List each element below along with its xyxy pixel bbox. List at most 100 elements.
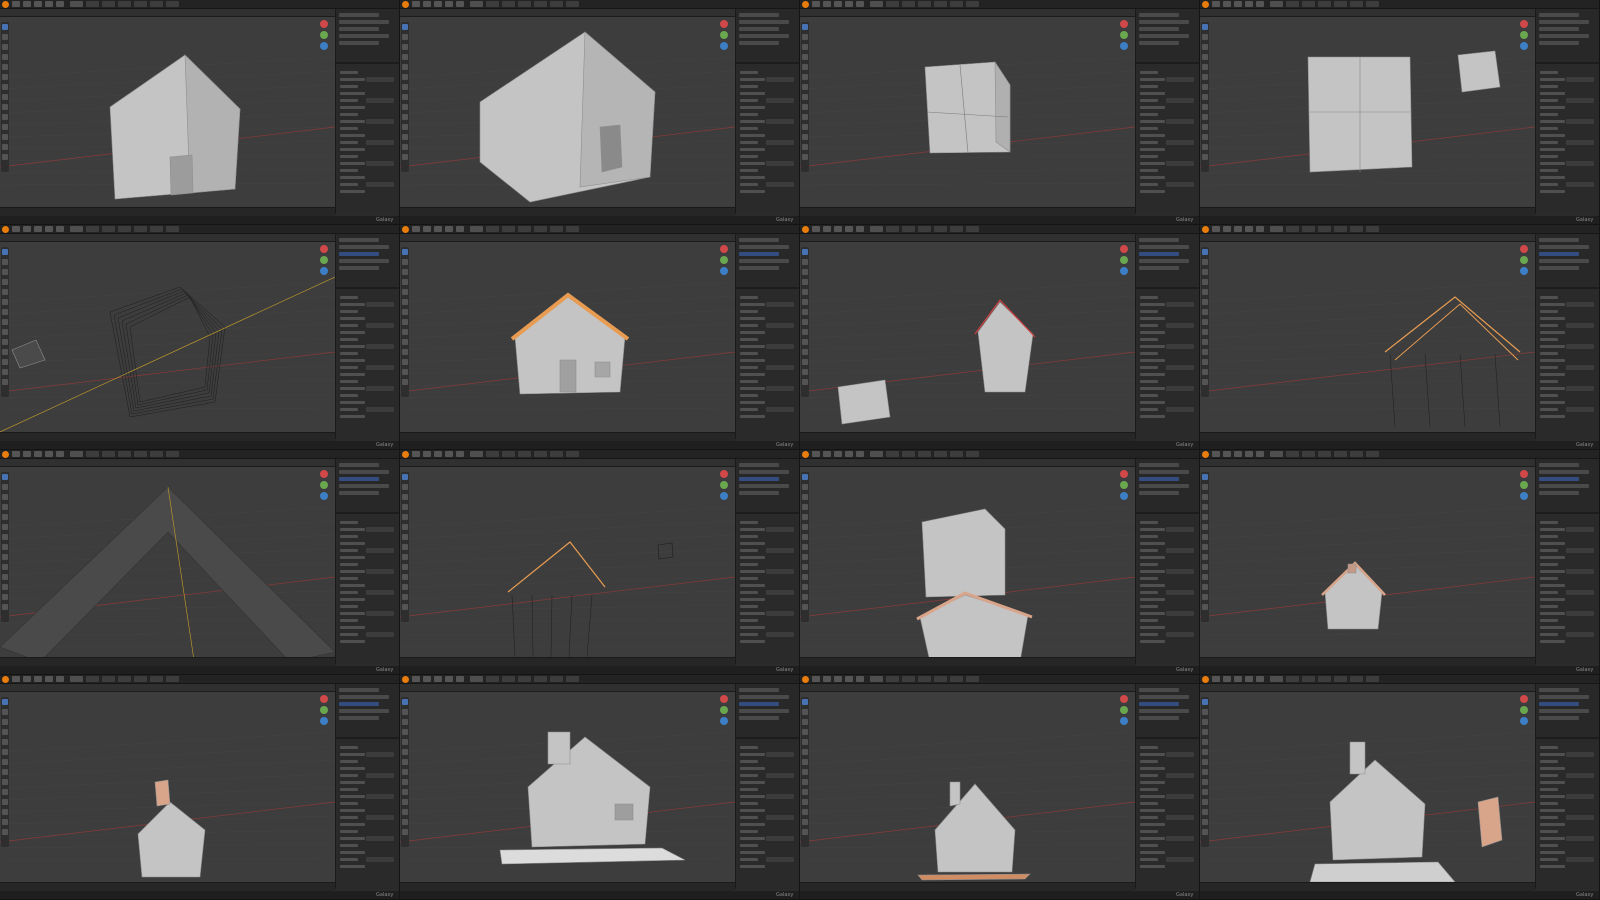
tool-button[interactable]	[802, 739, 808, 745]
tool-button[interactable]	[2, 514, 8, 520]
tool-button[interactable]	[2, 829, 8, 835]
tool-button[interactable]	[802, 299, 808, 305]
axis-gizmo-icon[interactable]	[320, 42, 328, 50]
axis-gizmo-icon[interactable]	[720, 245, 728, 253]
tool-button[interactable]	[402, 494, 408, 500]
tool-button[interactable]	[402, 789, 408, 795]
workspace-tab-shading[interactable]	[1350, 676, 1363, 682]
navigation-gizmo[interactable]	[318, 20, 330, 60]
axis-gizmo-icon[interactable]	[1520, 20, 1528, 28]
tool-button[interactable]	[402, 779, 408, 785]
outliner-item[interactable]	[339, 463, 379, 467]
tool-button[interactable]	[802, 54, 808, 60]
tool-button[interactable]	[402, 584, 408, 590]
workspace-tab-modeling[interactable]	[86, 676, 99, 682]
tool-button[interactable]	[1202, 279, 1208, 285]
tool-button[interactable]	[402, 54, 408, 60]
tool-button[interactable]	[802, 789, 808, 795]
property-field[interactable]	[1166, 77, 1194, 82]
tool-button[interactable]	[402, 809, 408, 815]
axis-gizmo-icon[interactable]	[1120, 256, 1128, 264]
property-field[interactable]	[366, 98, 394, 103]
workspace-tab-uv-editing[interactable]	[518, 226, 531, 232]
chimney-mesh[interactable]	[1347, 563, 1357, 574]
tool-button[interactable]	[802, 259, 808, 265]
menu-file[interactable]	[412, 676, 420, 682]
property-field[interactable]	[766, 386, 794, 391]
tool-button[interactable]	[802, 144, 808, 150]
workspace-tab-uv-editing[interactable]	[518, 1, 531, 7]
menu-file[interactable]	[812, 451, 820, 457]
tool-button[interactable]	[402, 739, 408, 745]
timeline-bar[interactable]	[400, 432, 735, 441]
menu-file[interactable]	[12, 676, 20, 682]
workspace-tab-layout[interactable]	[1270, 676, 1283, 682]
tool-button[interactable]	[802, 74, 808, 80]
workspace-tab-sculpting[interactable]	[1302, 1, 1315, 7]
cube-mesh[interactable]	[921, 508, 1006, 598]
tool-button[interactable]	[402, 104, 408, 110]
menu-window[interactable]	[845, 451, 853, 457]
axis-gizmo-icon[interactable]	[320, 31, 328, 39]
property-field[interactable]	[1566, 815, 1594, 820]
workspace-tab-layout[interactable]	[1270, 226, 1283, 232]
outliner-item[interactable]	[339, 491, 379, 495]
workspace-tab-shading[interactable]	[950, 451, 963, 457]
property-field[interactable]	[766, 140, 794, 145]
tool-button[interactable]	[2, 474, 8, 480]
menu-render[interactable]	[834, 226, 842, 232]
outliner-item[interactable]	[1139, 252, 1179, 256]
tool-button[interactable]	[802, 699, 808, 705]
navigation-gizmo[interactable]	[718, 20, 730, 60]
viewport-canvas[interactable]	[1200, 242, 1535, 432]
workspace-tab-sculpting[interactable]	[502, 1, 515, 7]
window-opening[interactable]	[594, 361, 611, 378]
menu-render[interactable]	[434, 1, 442, 7]
property-field[interactable]	[766, 407, 794, 412]
property-field[interactable]	[366, 77, 394, 82]
tool-button[interactable]	[802, 484, 808, 490]
menu-edit[interactable]	[423, 451, 431, 457]
outliner-item[interactable]	[1539, 252, 1579, 256]
workspace-tab-uv-editing[interactable]	[1318, 226, 1331, 232]
viewport-canvas[interactable]	[1200, 692, 1535, 882]
viewport-canvas[interactable]	[0, 17, 335, 207]
axis-gizmo-icon[interactable]	[1120, 267, 1128, 275]
workspace-tab-animation[interactable]	[966, 226, 979, 232]
tool-button[interactable]	[1202, 709, 1208, 715]
outliner-item[interactable]	[339, 41, 379, 45]
viewport-3d[interactable]	[0, 17, 335, 207]
property-field[interactable]	[766, 77, 794, 82]
tool-button[interactable]	[402, 769, 408, 775]
tool-button[interactable]	[2, 819, 8, 825]
outliner-item[interactable]	[739, 688, 779, 692]
timeline-bar[interactable]	[1200, 207, 1535, 216]
blender-logo-icon[interactable]	[1202, 1, 1209, 8]
timeline-bar[interactable]	[800, 207, 1135, 216]
tool-button[interactable]	[402, 144, 408, 150]
tool-button[interactable]	[1202, 494, 1208, 500]
property-field[interactable]	[366, 140, 394, 145]
property-field[interactable]	[1166, 302, 1194, 307]
property-field[interactable]	[1166, 794, 1194, 799]
tool-button[interactable]	[2, 269, 8, 275]
viewport-3d[interactable]	[1200, 692, 1535, 882]
menu-file[interactable]	[12, 226, 20, 232]
tool-button[interactable]	[1202, 259, 1208, 265]
outliner-item[interactable]	[339, 484, 389, 488]
property-field[interactable]	[766, 815, 794, 820]
property-field[interactable]	[366, 611, 394, 616]
tool-button[interactable]	[2, 574, 8, 580]
timeline-bar[interactable]	[400, 657, 735, 666]
blender-logo-icon[interactable]	[2, 451, 9, 458]
menu-file[interactable]	[412, 451, 420, 457]
outliner-item[interactable]	[739, 27, 779, 31]
property-field[interactable]	[366, 365, 394, 370]
viewport-3d[interactable]	[400, 17, 735, 207]
tool-button[interactable]	[1202, 789, 1208, 795]
outliner-item[interactable]	[739, 491, 779, 495]
tool-button[interactable]	[402, 94, 408, 100]
axis-gizmo-icon[interactable]	[720, 706, 728, 714]
workspace-tab-modeling[interactable]	[1286, 451, 1299, 457]
property-field[interactable]	[1166, 611, 1194, 616]
